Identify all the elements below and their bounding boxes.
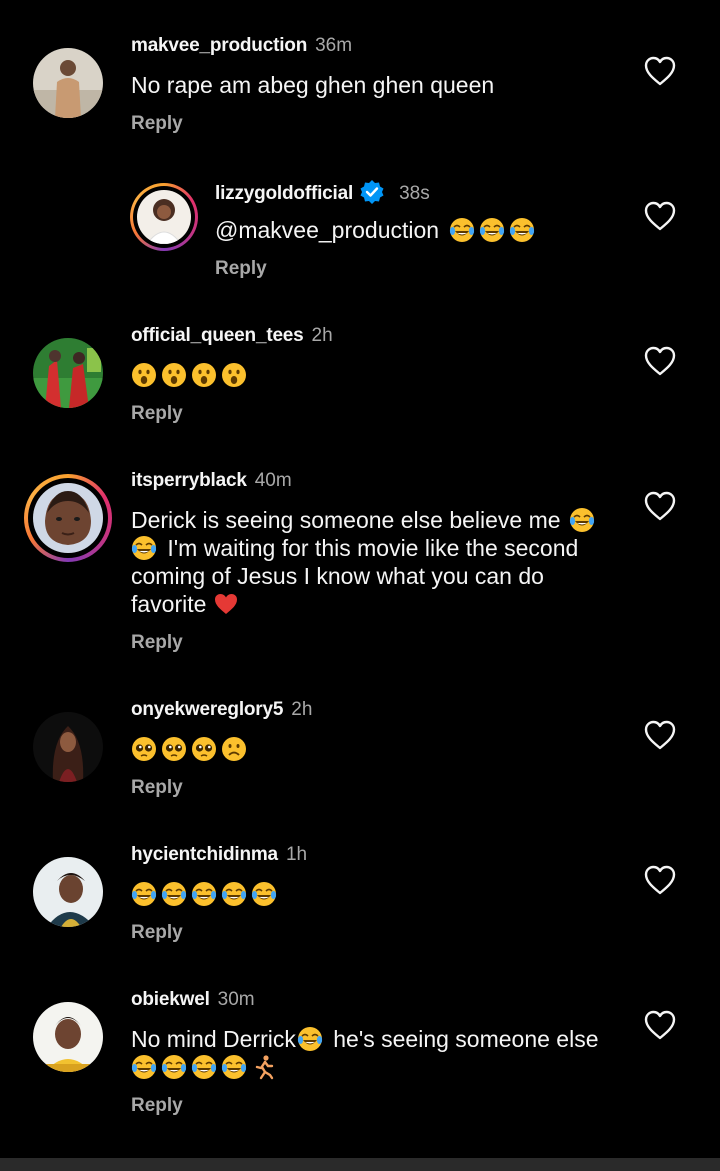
tears-of-joy-emoji-icon	[161, 881, 187, 907]
tears-of-joy-emoji-icon	[569, 507, 595, 533]
heart-icon[interactable]	[644, 491, 676, 521]
heart-icon[interactable]	[644, 1010, 676, 1040]
username[interactable]: obiekwel	[131, 989, 210, 1010]
reply-button[interactable]: Reply	[131, 1094, 183, 1118]
comment-text-line: coming of Jesus I know what you can do	[131, 563, 544, 589]
heart-icon[interactable]	[644, 865, 676, 895]
tears-of-joy-emoji-icon	[449, 217, 475, 243]
heart-icon[interactable]	[644, 346, 676, 376]
reply-button[interactable]: Reply	[215, 257, 267, 281]
story-ring[interactable]	[24, 474, 112, 562]
avatar[interactable]	[33, 857, 103, 927]
open-mouth-emoji-icon	[221, 362, 247, 388]
avatar[interactable]	[33, 338, 103, 408]
story-ring[interactable]	[130, 183, 198, 251]
comment-text: @makvee_production	[215, 216, 539, 244]
comment-meta: official_queen_tees 2h	[131, 324, 333, 348]
reply-button[interactable]: Reply	[131, 631, 183, 655]
frowning-face-emoji-icon	[221, 736, 247, 762]
tears-of-joy-emoji-icon	[479, 217, 505, 243]
timestamp: 30m	[217, 989, 255, 1010]
tears-of-joy-emoji-icon	[161, 1054, 187, 1080]
comment-text-line: Derick is seeing someone else believe me	[131, 507, 561, 533]
username[interactable]: official_queen_tees	[131, 325, 304, 346]
timestamp: 40m	[254, 470, 292, 491]
pleading-face-emoji-icon	[131, 736, 157, 762]
pleading-face-emoji-icon	[161, 736, 187, 762]
username[interactable]: lizzygoldofficial	[215, 183, 353, 204]
running-person-emoji-icon	[251, 1054, 277, 1080]
heart-icon[interactable]	[644, 201, 676, 231]
tears-of-joy-emoji-icon	[131, 535, 157, 561]
reply-button[interactable]: Reply	[131, 921, 183, 945]
comment-text-segment: No mind Derrick	[131, 1026, 296, 1052]
avatar	[137, 190, 191, 244]
heart-icon[interactable]	[644, 720, 676, 750]
timestamp: 2h	[311, 325, 333, 346]
mention-link[interactable]: @makvee_production	[215, 217, 439, 243]
verified-badge-icon	[360, 180, 384, 204]
tears-of-joy-emoji-icon	[251, 881, 277, 907]
timestamp: 1h	[285, 844, 308, 865]
timestamp: 38s	[399, 183, 430, 204]
username[interactable]: itsperryblack	[131, 470, 247, 491]
reply-button[interactable]: Reply	[131, 776, 183, 800]
reply-button[interactable]: Reply	[131, 402, 183, 426]
avatar[interactable]	[33, 48, 103, 118]
comment-text	[131, 880, 281, 908]
comment-text-line: favorite	[131, 591, 207, 617]
comment-text	[131, 361, 251, 389]
tears-of-joy-emoji-icon	[191, 881, 217, 907]
open-mouth-emoji-icon	[131, 362, 157, 388]
username[interactable]: makvee_production	[131, 35, 307, 56]
comment-meta: makvee_production 36m	[131, 34, 352, 58]
open-mouth-emoji-icon	[191, 362, 217, 388]
heart-icon[interactable]	[644, 56, 676, 86]
comment-meta: onyekwereglory5 2h	[131, 698, 312, 722]
red-heart-emoji-icon	[213, 591, 239, 617]
tears-of-joy-emoji-icon	[221, 881, 247, 907]
avatar	[33, 483, 103, 553]
tears-of-joy-emoji-icon	[131, 1054, 157, 1080]
tears-of-joy-emoji-icon	[131, 881, 157, 907]
pleading-face-emoji-icon	[191, 736, 217, 762]
tears-of-joy-emoji-icon	[509, 217, 535, 243]
tears-of-joy-emoji-icon	[191, 1054, 217, 1080]
timestamp: 2h	[291, 699, 313, 720]
username[interactable]: onyekwereglory5	[131, 699, 283, 720]
open-mouth-emoji-icon	[161, 362, 187, 388]
comment-meta: lizzygoldofficial 38s	[215, 179, 430, 206]
avatar[interactable]	[33, 1002, 103, 1072]
avatar[interactable]	[33, 712, 103, 782]
comment-text-segment: he's seeing someone else	[333, 1026, 599, 1052]
tears-of-joy-emoji-icon	[221, 1054, 247, 1080]
comment-meta: itsperryblack 40m	[131, 469, 292, 493]
timestamp: 36m	[315, 35, 353, 56]
comment-text: Derick is seeing someone else believe me…	[131, 506, 631, 618]
comment-text-line: I'm waiting for this movie like the seco…	[167, 535, 579, 561]
comment-meta: hycientchidinma 1h	[131, 843, 307, 867]
reply-button[interactable]: Reply	[131, 112, 183, 136]
comment-text: No rape am abeg ghen ghen queen	[131, 72, 495, 98]
username[interactable]: hycientchidinma	[131, 844, 278, 865]
tears-of-joy-emoji-icon	[297, 1026, 323, 1052]
comment-meta: obiekwel 30m	[131, 988, 255, 1012]
bottom-edge-bar	[0, 1158, 720, 1171]
comment-text	[131, 735, 251, 763]
comment-text: No mind Derrick he's seeing someone else	[131, 1025, 631, 1081]
